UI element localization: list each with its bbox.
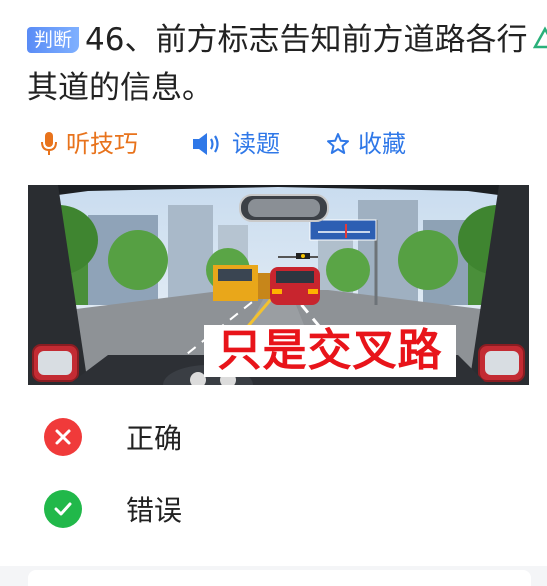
image-overlay-text: 只是交叉路 — [204, 325, 456, 377]
question-toolbar: 听技巧 读题 收藏 — [40, 128, 520, 160]
check-icon — [44, 490, 82, 528]
favorite-label: 收藏 — [358, 130, 406, 158]
option-correct[interactable]: 正确 — [44, 417, 182, 457]
star-icon — [327, 133, 349, 154]
read-question-label: 读题 — [232, 130, 280, 158]
listen-tips-button[interactable]: 听技巧 — [40, 128, 138, 160]
question-type-badge: 判断 — [27, 27, 80, 53]
read-question-button[interactable]: 读题 — [192, 128, 280, 160]
favorite-button[interactable]: 收藏 — [326, 128, 406, 160]
question-text-block: 判断 46、前方标志告知前方道路各行其道的信息。 — [27, 16, 532, 112]
question-card: 判断 46、前方标志告知前方道路各行其道的信息。 听技巧 读题 收藏 只是交叉路… — [0, 0, 547, 566]
microphone-icon — [41, 132, 57, 155]
question-number: 46、 — [85, 22, 156, 58]
option-wrong[interactable]: 错误 — [44, 489, 182, 529]
option-label: 错误 — [126, 494, 183, 527]
question-image: 只是交叉路 — [28, 185, 529, 385]
speaker-icon — [193, 133, 219, 155]
listen-tips-label: 听技巧 — [66, 130, 138, 158]
cross-icon — [44, 418, 82, 456]
bottom-panel — [28, 570, 531, 586]
warning-icon[interactable] — [533, 23, 547, 51]
option-label: 正确 — [126, 422, 183, 455]
